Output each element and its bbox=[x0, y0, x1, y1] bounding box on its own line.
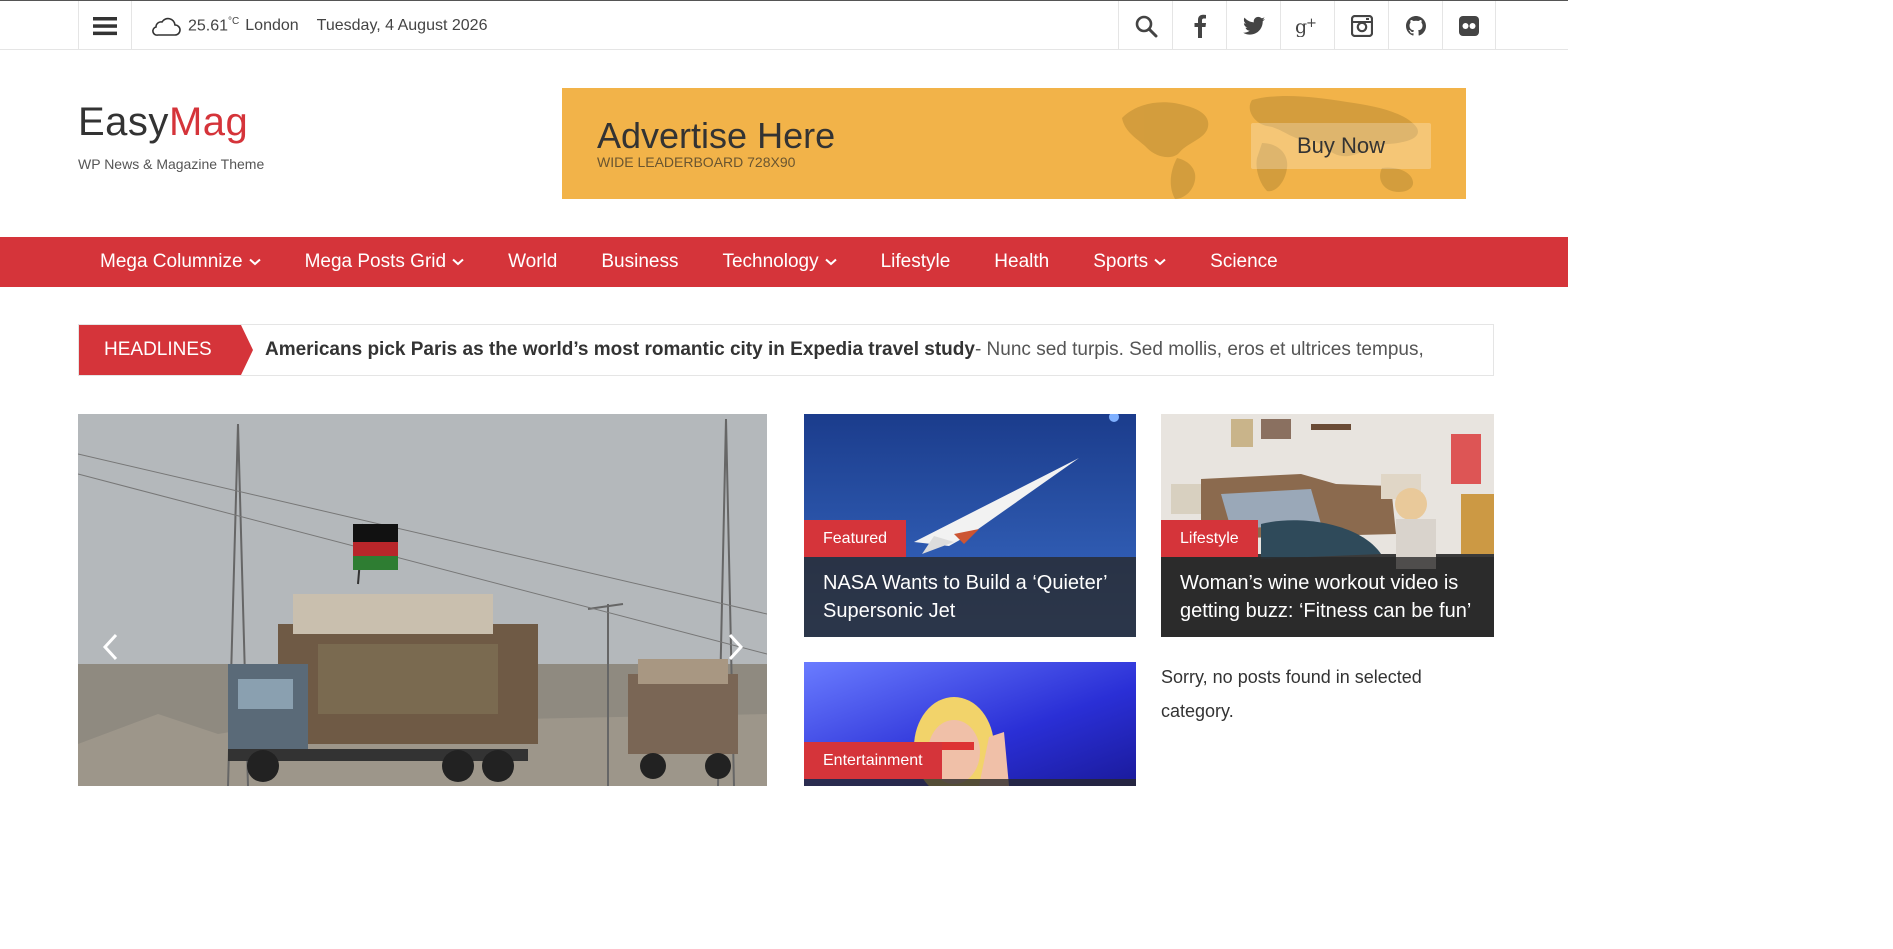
category-badge[interactable]: Lifestyle bbox=[1161, 520, 1258, 557]
github-icon bbox=[1405, 15, 1426, 36]
site-name: EasyMag bbox=[78, 100, 264, 144]
google-plus-link[interactable]: g + bbox=[1280, 1, 1334, 50]
main-navigation: Mega Columnize Mega Posts Grid World Bus… bbox=[0, 237, 1568, 287]
logo-part-mag: Mag bbox=[168, 100, 249, 144]
social-links: g + bbox=[1118, 1, 1496, 50]
headlines-label: HEADLINES bbox=[79, 325, 241, 375]
chevron-down-icon bbox=[824, 258, 837, 266]
search-button[interactable] bbox=[1118, 1, 1172, 50]
instagram-icon bbox=[1350, 14, 1373, 37]
top-bar: 25.61°C London Tuesday, 4 August 2026 g + bbox=[0, 0, 1568, 50]
nav-item-health[interactable]: Health bbox=[972, 237, 1071, 287]
twitter-link[interactable] bbox=[1226, 1, 1280, 50]
svg-text:+: + bbox=[1306, 16, 1317, 31]
nav-item-sports[interactable]: Sports bbox=[1071, 237, 1188, 287]
post-title[interactable] bbox=[804, 779, 1136, 786]
weather-widget: 25.61°C London Tuesday, 4 August 2026 bbox=[150, 1, 487, 50]
nav-item-technology[interactable]: Technology bbox=[700, 237, 858, 287]
post-card-entertainment[interactable]: Entertainment bbox=[804, 662, 1136, 786]
featured-slider[interactable] bbox=[78, 414, 767, 786]
nav-item-world[interactable]: World bbox=[486, 237, 579, 287]
nav-label: Technology bbox=[722, 251, 819, 272]
temperature: 25.61°C bbox=[188, 15, 240, 35]
google-plus-icon: g+ bbox=[1295, 16, 1317, 37]
ad-subtitle: WIDE LEADERBOARD 728X90 bbox=[597, 154, 796, 170]
nav-item-science[interactable]: Science bbox=[1188, 237, 1300, 287]
menu-icon bbox=[93, 16, 117, 35]
city: London bbox=[245, 16, 299, 34]
nav-label: Lifestyle bbox=[880, 251, 951, 272]
nav-label: Science bbox=[1210, 251, 1278, 272]
nav-item-business[interactable]: Business bbox=[579, 237, 700, 287]
no-posts-message: Sorry, no posts found in selected catego… bbox=[1161, 667, 1422, 721]
nav-item-mega-columnize[interactable]: Mega Columnize bbox=[78, 237, 283, 287]
headline-title: Americans pick Paris as the world’s most… bbox=[265, 339, 975, 360]
post-card-lifestyle[interactable]: Lifestyle Woman’s wine workout video is … bbox=[1161, 414, 1494, 637]
facebook-icon bbox=[1194, 14, 1206, 38]
current-date: Tuesday, 4 August 2026 bbox=[316, 16, 488, 34]
github-link[interactable] bbox=[1388, 1, 1442, 50]
logo-part-easy: Easy bbox=[78, 100, 169, 144]
cloud-icon bbox=[152, 17, 181, 36]
nav-label: Sports bbox=[1093, 251, 1149, 272]
post-card-nasa[interactable]: Featured NASA Wants to Build a ‘Quieter’… bbox=[804, 414, 1136, 637]
post-title[interactable]: NASA Wants to Build a ‘Quieter’ Superson… bbox=[804, 557, 1136, 637]
ad-banner[interactable]: Advertise Here WIDE LEADERBOARD 728X90 B… bbox=[562, 88, 1466, 199]
nav-label: World bbox=[508, 251, 558, 272]
chevron-down-icon bbox=[452, 258, 464, 266]
ad-title: Advertise Here bbox=[597, 115, 836, 156]
slider-image bbox=[78, 414, 767, 786]
nav-label: Health bbox=[994, 251, 1050, 272]
chevron-down-icon bbox=[1154, 258, 1166, 266]
flickr-icon bbox=[1459, 15, 1479, 36]
headline-excerpt: - Nunc sed turpis. Sed mollis, eros et u… bbox=[974, 339, 1424, 360]
twitter-icon bbox=[1242, 16, 1265, 35]
instagram-link[interactable] bbox=[1334, 1, 1388, 50]
headlines-ticker: HEADLINES Americans pick Paris as the wo… bbox=[78, 324, 1494, 376]
category-badge[interactable]: Entertainment bbox=[804, 742, 942, 779]
slider-next-arrow[interactable] bbox=[726, 632, 746, 662]
facebook-link[interactable] bbox=[1172, 1, 1226, 50]
menu-button[interactable] bbox=[78, 1, 132, 50]
nav-item-lifestyle[interactable]: Lifestyle bbox=[859, 237, 973, 287]
nav-item-mega-posts-grid[interactable]: Mega Posts Grid bbox=[283, 237, 487, 287]
category-badge[interactable]: Featured bbox=[804, 520, 907, 557]
nav-label: Mega Columnize bbox=[100, 251, 243, 272]
site-tagline: WP News & Magazine Theme bbox=[78, 156, 265, 172]
post-title[interactable]: Woman’s wine workout video is getting bu… bbox=[1161, 557, 1494, 637]
slider-prev-arrow[interactable] bbox=[100, 632, 120, 662]
headline-link[interactable]: Americans pick Paris as the world’s most… bbox=[265, 325, 1424, 375]
headlines-label-arrow bbox=[241, 325, 253, 375]
site-logo[interactable]: EasyMag WP News & Magazine Theme bbox=[78, 100, 264, 172]
nav-label: Business bbox=[601, 251, 679, 272]
buy-now-button[interactable]: Buy Now bbox=[1251, 123, 1431, 169]
search-icon bbox=[1135, 15, 1157, 37]
chevron-down-icon bbox=[248, 258, 261, 266]
flickr-link[interactable] bbox=[1442, 1, 1496, 50]
nav-label: Mega Posts Grid bbox=[304, 251, 447, 272]
